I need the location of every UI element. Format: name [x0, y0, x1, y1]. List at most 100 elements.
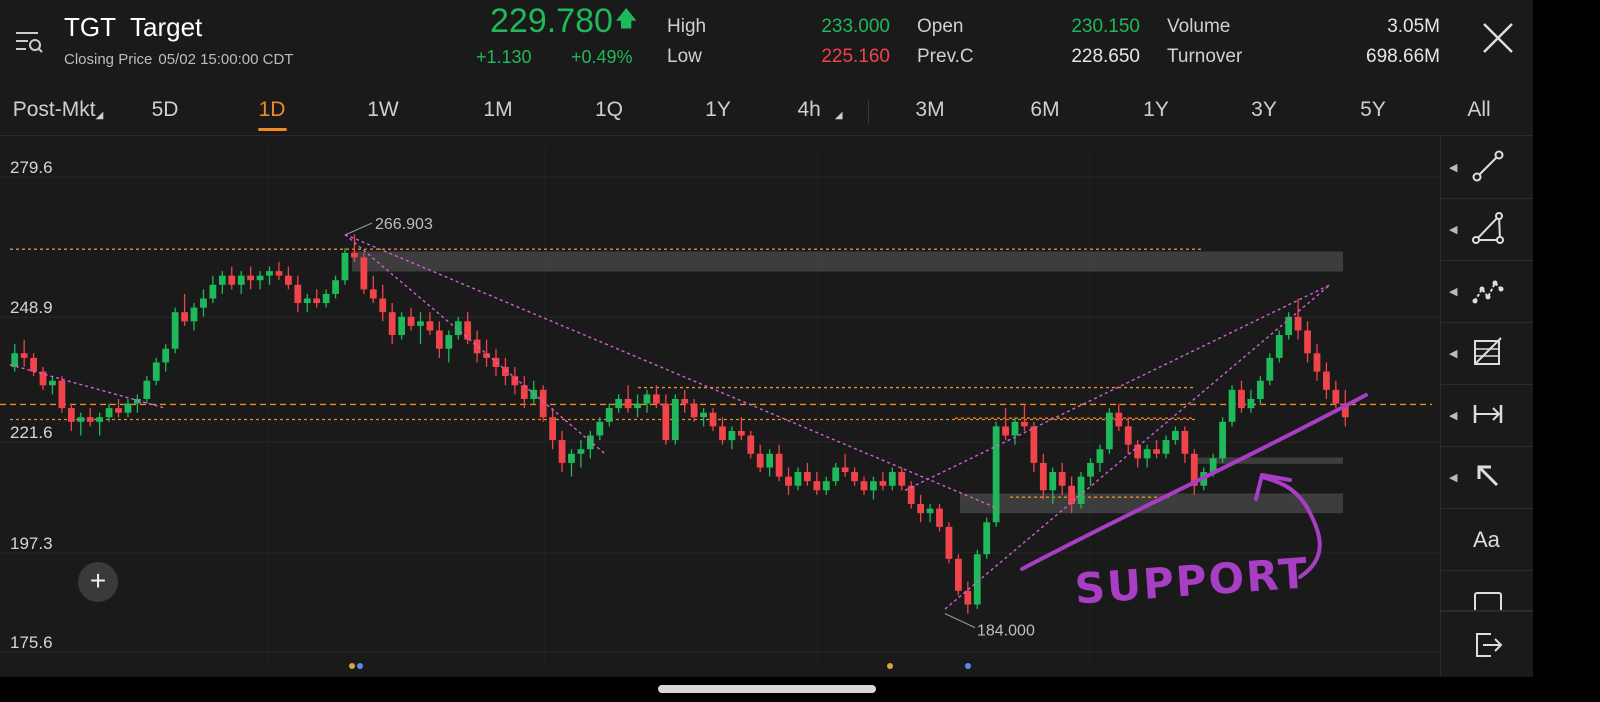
tab-6m[interactable]: 6M — [1030, 98, 1059, 122]
candle-body — [879, 481, 887, 486]
tool-expand-icon: ◀ — [1449, 348, 1458, 360]
candle-body — [728, 430, 736, 441]
close-icon[interactable] — [1480, 20, 1516, 56]
tab-1m[interactable]: 1M — [483, 98, 512, 122]
candle-body — [360, 257, 368, 290]
candle-body — [417, 321, 424, 326]
candle-body — [369, 289, 377, 299]
candle-body — [426, 321, 434, 331]
candle-body — [719, 426, 726, 441]
menu-search-icon[interactable] — [14, 28, 44, 56]
candle-body — [596, 421, 604, 436]
candle-body — [973, 554, 981, 605]
candle-body — [539, 389, 547, 418]
candle-body — [275, 271, 283, 276]
candle-body — [586, 435, 594, 450]
tab-1y-long[interactable]: 1Y — [1143, 98, 1169, 122]
candle-body — [860, 481, 868, 491]
tool-wave[interactable]: ◀ — [1441, 261, 1533, 323]
tool-measure[interactable]: ◀ — [1441, 385, 1533, 447]
low-leader-line — [944, 613, 976, 629]
tool-arrow[interactable]: ◀ — [1441, 447, 1533, 509]
candle-body — [1077, 476, 1085, 505]
prevc-label: Prev.C — [917, 46, 974, 67]
candle-body — [1087, 462, 1094, 477]
tool-expand-icon: ◀ — [1449, 410, 1458, 422]
candle-body — [115, 408, 122, 413]
high-value: 233.000 — [821, 16, 890, 37]
candle-body — [1238, 389, 1245, 409]
candle-body — [1049, 472, 1057, 491]
candle-body — [228, 275, 236, 285]
candle-body — [870, 481, 877, 491]
candle-body — [558, 440, 566, 463]
candle-body — [634, 403, 641, 409]
candle-body — [86, 417, 94, 422]
candle-body — [1332, 389, 1340, 404]
candle-body — [926, 508, 934, 514]
tab-1d[interactable]: 1D — [259, 98, 286, 122]
add-indicator-button[interactable]: + — [78, 562, 118, 602]
tool-expand-icon: ◀ — [1449, 224, 1458, 236]
candle-body — [284, 275, 292, 285]
candle-body — [200, 298, 207, 308]
tool-line[interactable]: ◀ — [1441, 137, 1533, 199]
tab-1q[interactable]: 1Q — [595, 98, 623, 122]
home-indicator[interactable] — [658, 685, 876, 693]
tab-1y[interactable]: 1Y — [705, 98, 731, 122]
candle-body — [1247, 398, 1255, 409]
candle-body — [379, 298, 387, 313]
candle-body — [822, 481, 830, 491]
candle-body — [737, 430, 745, 436]
candle-body — [247, 275, 255, 281]
candle-body — [888, 472, 896, 486]
turnover-label: Turnover — [1167, 46, 1243, 67]
candle-body — [1153, 449, 1160, 454]
candle-body — [671, 398, 679, 441]
tab-all[interactable]: All — [1467, 98, 1490, 122]
candle-body — [1143, 449, 1151, 459]
high-leader-line — [344, 222, 373, 236]
candle-body — [1285, 316, 1293, 336]
candle-body — [549, 417, 557, 441]
candle-body — [237, 275, 245, 285]
tab-post-mkt[interactable]: Post-Mkt◢ — [13, 98, 104, 122]
tool-rectangle[interactable] — [1441, 571, 1533, 611]
candle-body — [700, 412, 707, 418]
candle-body — [1294, 316, 1302, 331]
tab-4h[interactable]: 4h ◢ — [797, 98, 842, 122]
tab-5d[interactable]: 5D — [152, 98, 179, 122]
tool-fib-grid[interactable]: ◀ — [1441, 323, 1533, 385]
y-tick-label: 175.6 — [10, 633, 53, 652]
candle-body — [67, 408, 75, 422]
candle-body — [256, 275, 264, 281]
candle-body — [907, 485, 915, 505]
candle-body — [1124, 426, 1132, 445]
tool-text[interactable]: Aa — [1441, 509, 1533, 571]
volume-label: Volume — [1167, 16, 1231, 37]
rectangle-tool-icon — [1474, 592, 1502, 610]
stock-name: Target — [130, 12, 203, 42]
tool-triangle[interactable]: ◀ — [1441, 199, 1533, 261]
event-dot — [965, 663, 971, 669]
candle-body — [794, 472, 802, 486]
tool-exit[interactable] — [1441, 611, 1533, 677]
open-label: Open — [917, 16, 964, 37]
candle-body — [1058, 472, 1066, 486]
price-change: +1.130 — [476, 47, 532, 67]
candle-body — [445, 335, 453, 349]
candle-body — [568, 453, 575, 463]
tab-3y[interactable]: 3Y — [1251, 98, 1277, 122]
price-change-pct: +0.49% — [571, 47, 633, 67]
candle-body — [1313, 353, 1321, 372]
candle-body — [1002, 426, 1009, 436]
candlestick-chart[interactable]: 279.6 248.9 221.6 197.3 175.6 266.903 184.000 S… — [0, 137, 1440, 677]
price-chart-area[interactable]: 279.6 248.9 221.6 197.3 175.6 266.903 184.000 S… — [0, 137, 1440, 677]
tab-1w[interactable]: 1W — [367, 98, 399, 122]
tab-3m[interactable]: 3M — [915, 98, 944, 122]
candle-body — [1256, 380, 1264, 399]
tab-5y[interactable]: 5Y — [1360, 98, 1386, 122]
candle-body — [1134, 444, 1142, 459]
high-label: High — [667, 16, 707, 37]
triangle-tool-icon — [1472, 212, 1504, 244]
